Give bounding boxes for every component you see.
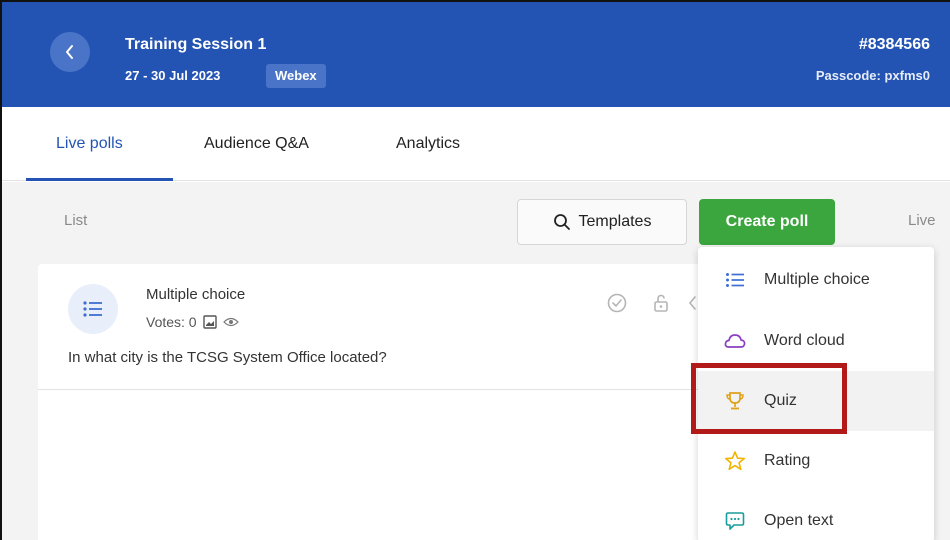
menu-item-rating[interactable]: Rating (698, 431, 934, 491)
search-icon (553, 214, 570, 230)
votes-count: Votes: 0 (146, 314, 197, 330)
menu-item-open-text[interactable]: Open text (698, 491, 934, 540)
event-code: #8384566 (858, 36, 930, 53)
eye-icon (222, 317, 239, 327)
live-label: Live (908, 212, 936, 229)
tab-bar: Live polls Audience Q&A Analytics (2, 107, 950, 181)
active-tab-indicator (26, 178, 173, 181)
platform-badge: Webex (266, 64, 326, 88)
cloud-icon (724, 330, 746, 352)
back-button[interactable] (50, 32, 90, 72)
event-passcode: Passcode: pxfms0 (815, 68, 930, 83)
list-icon (724, 269, 746, 291)
event-header: Training Session 1 27 - 30 Jul 2023 Webe… (2, 2, 950, 107)
list-icon (83, 301, 102, 317)
event-title: Training Session 1 (125, 36, 267, 53)
image-icon (202, 315, 217, 329)
speech-bubble-icon (724, 510, 746, 532)
tab-analytics[interactable]: Analytics (396, 107, 460, 181)
menu-item-label: Word cloud (764, 332, 845, 349)
tab-audience-qa[interactable]: Audience Q&A (204, 107, 309, 181)
menu-item-quiz[interactable]: Quiz (698, 371, 934, 431)
poll-card[interactable]: Multiple choice Votes: 0 In what city is… (38, 264, 738, 540)
poll-type-menu: Multiple choice Word cloud Quiz Rating O… (698, 247, 934, 540)
menu-item-multiple-choice[interactable]: Multiple choice (698, 250, 934, 310)
menu-item-label: Rating (764, 452, 811, 469)
menu-item-label: Quiz (764, 392, 797, 409)
poll-votes: Votes: 0 (146, 314, 239, 330)
menu-item-word-cloud[interactable]: Word cloud (698, 311, 934, 371)
templates-button[interactable]: Templates (517, 199, 687, 245)
poll-question: In what city is the TCSG System Office l… (68, 349, 387, 366)
menu-item-label: Multiple choice (764, 271, 870, 288)
unlock-icon (654, 294, 668, 312)
check-circle-icon (607, 293, 627, 313)
star-icon (724, 450, 746, 472)
chevron-left-icon (688, 296, 696, 310)
menu-item-label: Open text (764, 512, 834, 529)
tab-live-polls[interactable]: Live polls (56, 107, 123, 181)
poll-type-label: Multiple choice (146, 286, 246, 303)
trophy-icon (724, 390, 746, 412)
poll-type-badge (68, 284, 118, 334)
poll-card-divider (38, 389, 738, 390)
list-label: List (64, 212, 88, 229)
templates-label: Templates (578, 213, 652, 230)
chevron-left-icon (66, 45, 73, 59)
event-dates: 27 - 30 Jul 2023 (125, 68, 221, 83)
lock-poll-button[interactable] (650, 292, 672, 314)
activate-poll-button[interactable] (606, 292, 628, 314)
app-frame: Training Session 1 27 - 30 Jul 2023 Webe… (0, 0, 950, 540)
create-poll-button[interactable]: Create poll (699, 199, 835, 245)
